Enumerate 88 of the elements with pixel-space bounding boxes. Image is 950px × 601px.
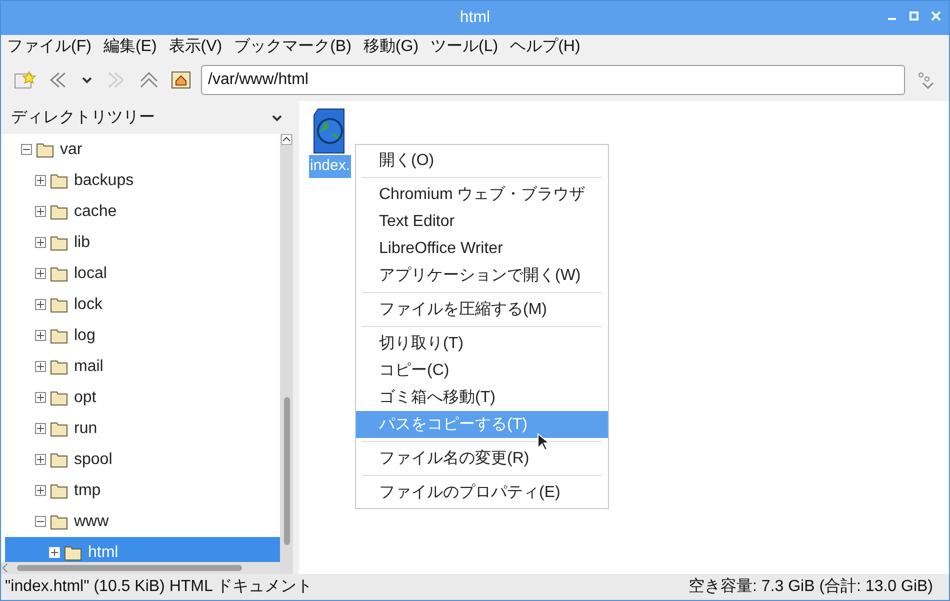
collapse-icon[interactable] <box>21 144 32 155</box>
expand-icon[interactable] <box>35 454 46 465</box>
maximize-icon[interactable] <box>909 11 919 21</box>
folder-icon <box>50 172 68 188</box>
tree-item[interactable]: backups <box>5 165 280 196</box>
menu-item[interactable]: ヘルプ(H) <box>510 35 580 59</box>
folder-name: lock <box>74 294 102 314</box>
folder-name: log <box>74 326 96 346</box>
folder-icon <box>50 266 68 282</box>
folder-icon <box>50 452 68 468</box>
sidebar-header[interactable]: ディレクトリツリー <box>1 101 293 134</box>
dropdown-icon[interactable] <box>81 75 93 85</box>
context-menu-item[interactable]: ファイルを圧縮する(M) <box>356 296 608 323</box>
folder-name: html <box>88 542 118 562</box>
context-menu-item[interactable]: Chromium ウェブ・ブラウザ <box>356 181 608 208</box>
file-name: index. <box>308 155 352 178</box>
expand-icon[interactable] <box>35 299 46 310</box>
folder-name: run <box>74 418 98 438</box>
context-menu-item[interactable]: LibreOffice Writer <box>356 235 608 262</box>
window-title: html <box>460 8 490 28</box>
tree-item[interactable]: run <box>5 413 280 444</box>
context-menu-item[interactable]: Text Editor <box>356 208 608 235</box>
status-text: "index.html" (10.5 KiB) HTML ドキュメント <box>5 577 313 597</box>
tree-item[interactable]: spool <box>5 444 280 475</box>
folder-icon <box>50 390 68 406</box>
tree-item[interactable]: www <box>5 506 280 537</box>
menu-item[interactable]: 表示(V) <box>168 35 222 59</box>
tree-item[interactable]: local <box>5 258 280 289</box>
expand-icon[interactable] <box>35 237 46 248</box>
folder-icon <box>50 420 68 436</box>
folder-icon <box>50 204 68 220</box>
tree-item[interactable]: lib <box>5 227 280 258</box>
sidebar-title: ディレクトリツリー <box>11 108 155 128</box>
folder-icon <box>50 328 68 344</box>
expand-icon[interactable] <box>35 485 46 496</box>
folder-name: backups <box>74 170 134 190</box>
close-icon[interactable] <box>931 11 941 21</box>
expand-icon[interactable] <box>35 392 46 403</box>
vertical-scrollbar[interactable] <box>280 134 293 574</box>
context-menu-item[interactable]: コピー(C) <box>356 357 608 384</box>
context-menu-item[interactable]: ゴミ箱へ移動(T) <box>356 384 608 411</box>
context-menu-item[interactable]: アプリケーションで開く(W) <box>356 262 608 289</box>
menu-item[interactable]: 編集(E) <box>103 35 157 59</box>
tree-item[interactable]: lock <box>5 289 280 320</box>
tree-item[interactable]: tmp <box>5 475 280 506</box>
expand-icon[interactable] <box>35 268 46 279</box>
tree-item[interactable]: var <box>5 134 280 165</box>
folder-name: tmp <box>74 480 101 500</box>
horizontal-scrollbar[interactable] <box>1 562 280 574</box>
tree-item[interactable]: cache <box>5 196 280 227</box>
folder-icon <box>50 296 68 312</box>
context-menu-item[interactable]: 切り取り(T) <box>356 330 608 357</box>
folder-icon <box>50 514 68 530</box>
mouse-pointer-icon <box>537 433 549 451</box>
menu-item[interactable]: 移動(G) <box>363 35 419 59</box>
expand-icon[interactable] <box>35 361 46 372</box>
chevron-icon[interactable] <box>271 112 283 122</box>
folder-name: spool <box>74 450 112 470</box>
path-field[interactable]: /var/www/html <box>201 65 905 95</box>
folder-name: www <box>74 512 109 532</box>
disk-space-text: 空き容量: 7.3 GiB (合計: 13.0 GiB) <box>688 576 934 597</box>
folder-name: lib <box>74 232 90 252</box>
scroll-left-icon[interactable] <box>1 563 9 573</box>
context-menu-item[interactable]: ファイルのプロパティ(E) <box>356 479 608 506</box>
tree-item[interactable]: opt <box>5 382 280 413</box>
menu-item[interactable]: ブックマーク(B) <box>234 35 352 59</box>
expand-icon[interactable] <box>35 175 46 186</box>
tree-item[interactable]: log <box>5 320 280 351</box>
expand-icon[interactable] <box>35 423 46 434</box>
folder-name: mail <box>74 356 104 376</box>
folder-icon <box>50 358 68 374</box>
context-menu-item[interactable]: ファイル名の変更(R) <box>356 445 608 472</box>
tree-item[interactable]: mail <box>5 351 280 382</box>
expand-icon[interactable] <box>35 206 46 217</box>
folder-name: var <box>60 140 82 160</box>
collapse-icon[interactable] <box>35 516 46 527</box>
scroll-up-icon[interactable] <box>281 134 292 145</box>
folder-icon <box>36 142 54 158</box>
menu-item[interactable]: ツール(L) <box>430 35 498 59</box>
menu-item[interactable]: ファイル(F) <box>7 35 92 59</box>
expand-icon[interactable] <box>35 330 46 341</box>
folder-icon <box>50 482 68 498</box>
folder-name: opt <box>74 388 96 408</box>
folder-icon <box>50 234 68 250</box>
folder-name: local <box>74 264 107 284</box>
folder-name: cache <box>74 202 117 222</box>
context-menu-item[interactable]: 開く(O) <box>356 147 608 174</box>
home-icon[interactable] <box>171 70 191 90</box>
